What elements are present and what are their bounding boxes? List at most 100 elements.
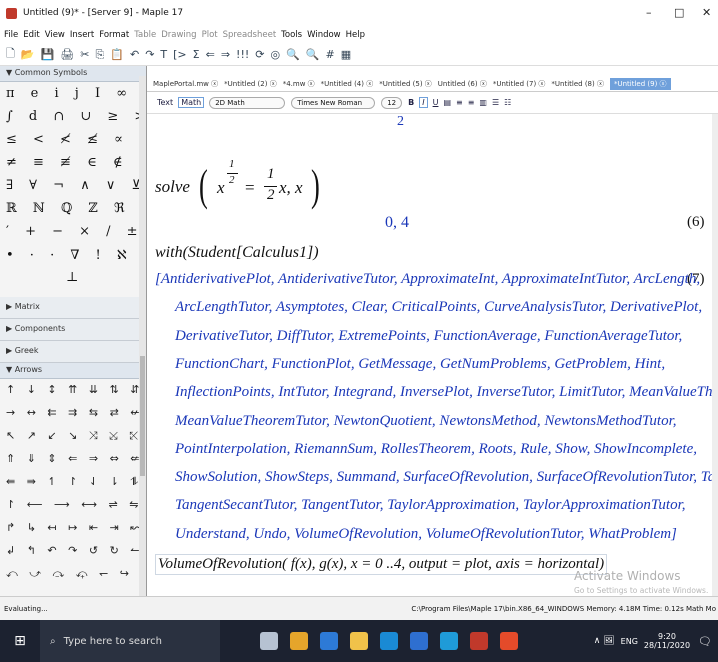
edge-icon[interactable] xyxy=(440,632,458,650)
align-left-icon[interactable]: ▤ xyxy=(443,98,451,107)
document-tab[interactable]: *Untitled (5) ⓧ xyxy=(379,79,432,89)
symbol-row[interactable]: ≠ ≡ ≢ ∈ ∉ ⊆ ∖ ∅ xyxy=(6,155,146,178)
arrow-row[interactable]: ↾ ⟵ ⟶ ⟷ ⇌ ⇋ ⤶ xyxy=(6,498,146,521)
symbol-row[interactable]: ℝ ℕ ℚ ℤ ℜ 𝔖 ≔ ∥ xyxy=(6,201,146,224)
menu-view[interactable]: View xyxy=(45,30,65,40)
maximize-button[interactable]: □ xyxy=(674,6,684,19)
menu-drawing[interactable]: Drawing xyxy=(161,30,196,40)
toolbar-icon-6[interactable]: 📋 xyxy=(110,48,124,61)
common-symbols-header[interactable]: ▼ Common Symbols xyxy=(0,66,146,82)
arrow-row[interactable]: ⤺ ⤻ ⤼ ⤽ ↽ ↪ ↩ xyxy=(6,567,146,590)
numbered-list-icon[interactable]: ☷ xyxy=(504,98,511,107)
toolbar-icon-3[interactable]: 🖨 xyxy=(60,48,74,61)
task-view-icon[interactable] xyxy=(260,632,278,650)
solve-input[interactable]: solve ( x 1 2 = 1 2 x, x ) xyxy=(155,142,455,212)
toolbar-icon-7[interactable]: ↶ xyxy=(130,48,139,61)
document-tab[interactable]: *Untitled (4) ⓧ xyxy=(321,79,374,89)
symbol-row[interactable]: ⊥ xyxy=(6,270,140,293)
symbol-row[interactable]: ′ + − × / ± ∓ ∘ xyxy=(6,224,146,247)
notification-icon[interactable]: 🗨 xyxy=(698,635,712,648)
document-tab[interactable]: *Untitled (9) ⓧ xyxy=(609,77,671,90)
worksheet-scrollbar[interactable] xyxy=(712,114,718,596)
underline-button[interactable]: U xyxy=(433,98,439,107)
text-mode-button[interactable]: Text xyxy=(157,98,173,107)
minimize-button[interactable]: – xyxy=(646,6,652,19)
arrows-palette-header[interactable]: ▼ Arrows xyxy=(0,363,146,379)
toolbar-icon-5[interactable]: ⎘ xyxy=(95,48,104,62)
italic-button[interactable]: I xyxy=(419,97,428,108)
symbol-row[interactable]: π e i j I ∞ Σ Π xyxy=(6,86,146,109)
start-button-icon[interactable]: ⊞ xyxy=(0,633,40,649)
document-tab[interactable]: *Untitled (8) ⓧ xyxy=(551,79,604,89)
arrow-row[interactable]: → ↔ ⇇ ⇉ ⇆ ⇄ ↚ ↛ xyxy=(6,406,146,429)
menu-plot[interactable]: Plot xyxy=(202,30,218,40)
worksheet[interactable]: 2 solve ( x 1 2 = 1 2 x, x ) 0, 4 (6) wi… xyxy=(147,114,712,596)
math-mode-button[interactable]: Math xyxy=(178,97,205,108)
menu-window[interactable]: Window xyxy=(307,30,341,40)
symbol-row[interactable]: • · · ∇ ! ℵ ℏ ℓ xyxy=(6,247,146,270)
toolbar-icon-9[interactable]: T xyxy=(160,48,167,61)
store-icon[interactable] xyxy=(320,632,338,650)
menu-edit[interactable]: Edit xyxy=(23,30,39,40)
file-explorer-icon[interactable] xyxy=(350,632,368,650)
font-size-select[interactable]: 12 xyxy=(381,96,403,109)
toolbar-icon-17[interactable]: 🔍 xyxy=(286,48,300,61)
maple-taskbar-icon[interactable] xyxy=(470,632,488,650)
powerpoint-icon[interactable] xyxy=(500,632,518,650)
toolbar-icon-20[interactable]: ▦ xyxy=(341,48,351,61)
toolbar-icon-16[interactable]: ◎ xyxy=(271,48,281,61)
components-palette-header[interactable]: ▶ Components xyxy=(0,319,146,341)
with-command[interactable]: with(Student[Calculus1]) xyxy=(155,244,319,262)
arrow-row[interactable]: ↱ ↳ ↤ ↦ ⇤ ⇥ ↜ ↝ xyxy=(6,521,146,544)
toolbar-icon-15[interactable]: ⟳ xyxy=(255,48,264,61)
align-right-icon[interactable]: ≡ xyxy=(468,98,475,107)
symbol-row[interactable]: ∃ ∀ ¬ ∧ ∨ ⊻ → ℂ xyxy=(6,178,146,201)
toolbar-icon-19[interactable]: # xyxy=(326,48,335,61)
matrix-palette-header[interactable]: ▶ Matrix xyxy=(0,297,146,319)
toolbar-icon-8[interactable]: ↷ xyxy=(145,48,154,61)
arrow-row[interactable]: ↑ ↓ ↕ ⇈ ⇊ ⇅ ⇵ ← xyxy=(6,383,146,406)
arrow-row[interactable]: ⇚ ⇛ ↿ ↾ ⇃ ⇂ ⥮ ⥯ xyxy=(6,475,146,498)
menu-file[interactable]: File xyxy=(4,30,18,40)
bullet-list-icon[interactable]: ☰ xyxy=(492,98,499,107)
document-tab[interactable]: *Untitled (2) ⓧ xyxy=(224,79,277,89)
palette-scrollbar[interactable] xyxy=(139,76,146,596)
toolbar-icon-2[interactable]: 💾 xyxy=(41,48,55,61)
chrome-icon[interactable] xyxy=(290,632,308,650)
document-tab[interactable]: *4.mw ⓧ xyxy=(283,79,315,89)
toolbar-icon-18[interactable]: 🔍 xyxy=(306,48,320,61)
volume-input-line[interactable]: VolumeOfRevolution( f(x), g(x), x = 0 ..… xyxy=(155,554,608,575)
toolbar-icon-14[interactable]: !!! xyxy=(236,48,249,61)
arrow-row[interactable]: ⇑ ⇓ ⇕ ⇐ ⇒ ⇔ ⇍ ⇏ xyxy=(6,452,146,475)
toolbar-icon-11[interactable]: Σ xyxy=(193,48,200,61)
menu-format[interactable]: Format xyxy=(99,30,129,40)
toolbar-icon-13[interactable]: ⇒ xyxy=(221,48,230,61)
bold-button[interactable]: B xyxy=(408,98,414,107)
menu-help[interactable]: Help xyxy=(346,30,365,40)
tray-icons[interactable]: ∧ 🖼 xyxy=(594,636,615,646)
toolbar-icon-4[interactable]: ✂ xyxy=(80,48,89,61)
arrow-row[interactable]: ↲ ↰ ↶ ↷ ↺ ↻ ↼ ↽ xyxy=(6,544,146,567)
math-style-select[interactable]: 2D Math xyxy=(209,96,286,109)
toolbar-icon-0[interactable]: 🗋 xyxy=(6,45,15,64)
highlight-icon[interactable]: ▥ xyxy=(479,98,487,107)
palette-scroll-thumb[interactable] xyxy=(140,356,145,476)
menu-spreadsheet[interactable]: Spreadsheet xyxy=(223,30,277,40)
document-tab[interactable]: Untitled (6) ⓧ xyxy=(438,79,487,89)
document-tab[interactable]: *Untitled (7) ⓧ xyxy=(493,79,546,89)
clock[interactable]: 9:20 28/11/2020 xyxy=(644,632,690,650)
menu-tools[interactable]: Tools xyxy=(281,30,302,40)
menu-table[interactable]: Table xyxy=(134,30,156,40)
symbol-row[interactable]: ≤ < ≮ ≰ ∝ ≈ ~ = xyxy=(6,132,146,155)
toolbar-icon-10[interactable]: [> xyxy=(173,48,187,61)
symbol-row[interactable]: ∫ d ∩ ∪ ≥ > ≯ ≱ xyxy=(6,109,146,132)
toolbar-icon-12[interactable]: ⇐ xyxy=(206,48,215,61)
font-family-select[interactable]: Times New Roman xyxy=(291,96,376,109)
arrow-row[interactable]: ↖ ↗ ↙ ↘ ⤨ ⤩ ⤪ ⤧ xyxy=(6,429,146,452)
menu-insert[interactable]: Insert xyxy=(70,30,94,40)
taskbar-search[interactable]: ⌕ Type here to search xyxy=(40,620,220,662)
close-button[interactable]: ✕ xyxy=(702,6,711,19)
app-icon[interactable] xyxy=(410,632,428,650)
greek-palette-header[interactable]: ▶ Greek xyxy=(0,341,146,363)
language-indicator[interactable]: ENG xyxy=(621,637,638,646)
